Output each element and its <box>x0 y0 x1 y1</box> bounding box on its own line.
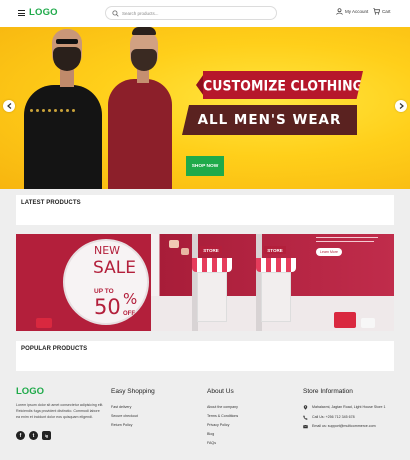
gift-box-illustration <box>361 318 375 328</box>
store-sign: STORE <box>200 246 222 254</box>
chevron-left-icon <box>6 103 11 109</box>
popular-products-title: POPULAR PRODUCTS <box>21 346 88 352</box>
carousel-prev-button[interactable] <box>3 100 15 112</box>
hero-subheadline: ALL MEN'S WEAR <box>197 112 342 128</box>
promo-sale-text: SALE <box>93 258 136 278</box>
carousel-next-button[interactable] <box>395 100 407 112</box>
hamburger-menu-icon[interactable] <box>18 10 25 17</box>
promo-learn-more-button[interactable]: Learn More <box>316 248 342 256</box>
footer-link-about-company[interactable]: About the company <box>207 403 238 412</box>
my-account-link[interactable]: My Account <box>336 8 368 15</box>
facebook-icon[interactable]: f <box>16 431 25 440</box>
store-phone-text: Call Us: +256 712 345 678 <box>312 414 355 419</box>
user-icon <box>336 8 343 15</box>
footer-easy-shopping: Easy Shopping Fast delivery Secure check… <box>111 388 155 430</box>
hero-headline-ribbon: CUSTOMIZE CLOTHING <box>203 71 363 99</box>
my-account-label: My Account <box>345 9 369 14</box>
search-input[interactable] <box>122 8 272 19</box>
footer-store-information: Store Information Mahalaxmi, Jagtan Road… <box>303 388 386 432</box>
footer-link-blog[interactable]: Blog <box>207 430 238 439</box>
promo-upto-text: UP TO <box>94 288 114 295</box>
store-booth <box>261 272 291 322</box>
store-stand-illustration: STORE <box>256 234 296 331</box>
instagram-icon[interactable]: ig <box>42 431 51 440</box>
page: LOGO My Account Cart <box>0 0 410 460</box>
footer-logo[interactable]: LOGO <box>16 386 44 397</box>
promo-copy-line <box>316 237 378 239</box>
latest-products-section: LATEST PRODUCTS <box>16 195 394 225</box>
store-address: Mahalaxmi, Jagtan Road, Light House Stor… <box>303 403 386 413</box>
footer-link-secure-checkout[interactable]: Secure checkout <box>111 412 155 421</box>
model-sunglasses <box>56 39 78 44</box>
hero-subheadline-ribbon: ALL MEN'S WEAR <box>182 105 357 135</box>
twitter-icon[interactable]: t <box>29 431 38 440</box>
store-email[interactable]: Email us: support@multicommerce.com <box>303 422 386 432</box>
promo-copy-line <box>316 241 374 243</box>
model-hair <box>132 27 156 35</box>
footer-link-return-policy[interactable]: Return Policy <box>111 421 155 430</box>
easy-shopping-title: Easy Shopping <box>111 388 155 395</box>
cart-label: Cart <box>382 9 391 14</box>
search-bar <box>105 6 277 20</box>
model-beard <box>131 49 157 71</box>
store-sign: STORE <box>264 246 286 254</box>
footer-description: Lorem ipsum dolor sit amet consectetur a… <box>16 403 104 419</box>
popular-products-section: POPULAR PRODUCTS <box>16 341 394 371</box>
top-navbar: LOGO My Account Cart <box>0 0 410 27</box>
promo-percent-value: 50 <box>94 295 121 319</box>
hero-carousel: CUSTOMIZE CLOTHING ALL MEN'S WEAR SHOP N… <box>0 27 410 189</box>
store-awning <box>192 258 232 272</box>
promo-percent-sign: % <box>123 290 138 308</box>
promo-new-text: NEW <box>94 244 121 257</box>
phone-icon <box>303 415 308 420</box>
social-links: f t ig <box>16 431 55 440</box>
model-neck <box>137 69 149 83</box>
gift-box-illustration <box>334 312 356 328</box>
logo[interactable]: LOGO <box>29 7 58 18</box>
envelope-icon <box>303 425 308 429</box>
footer-link-terms[interactable]: Terms & Conditions <box>207 412 238 421</box>
gift-box-illustration <box>36 318 52 328</box>
footer-link-faqs[interactable]: FAQs <box>207 439 238 448</box>
store-awning <box>256 258 296 272</box>
promo-off-text: OFF <box>123 311 135 317</box>
store-booth <box>197 272 227 322</box>
model-beard <box>53 47 81 71</box>
hero-headline: CUSTOMIZE CLOTHING <box>203 76 364 94</box>
store-phone[interactable]: Call Us: +256 712 345 678 <box>303 413 386 423</box>
chevron-right-icon <box>399 103 404 109</box>
shop-now-button[interactable]: SHOP NOW <box>186 156 224 176</box>
footer-link-privacy[interactable]: Privacy Policy <box>207 421 238 430</box>
location-pin-icon <box>303 405 308 410</box>
cart-link[interactable]: Cart <box>373 8 391 15</box>
footer: LOGO Lorem ipsum dolor sit amet consecte… <box>0 379 410 460</box>
sale-promo-banner[interactable]: NEW SALE UP TO 50 % OFF STORE STORE Lear… <box>16 234 394 331</box>
about-us-title: About Us <box>207 388 234 395</box>
store-stand-illustration: STORE <box>192 234 232 331</box>
gift-box-illustration <box>169 240 179 248</box>
store-information-title: Store Information <box>303 388 353 395</box>
model-image-red-sweater <box>108 79 172 189</box>
store-email-text: Email us: support@multicommerce.com <box>312 424 376 428</box>
cart-icon <box>373 8 380 15</box>
footer-link-fast-delivery[interactable]: Fast delivery <box>111 403 155 412</box>
sweater-studs <box>30 99 90 112</box>
store-address-text: Mahalaxmi, Jagtan Road, Light House Stor… <box>312 405 386 409</box>
gift-box-illustration <box>181 248 189 255</box>
search-icon[interactable] <box>112 9 119 17</box>
model-neck <box>60 69 74 87</box>
footer-about-us: About Us About the company Terms & Condi… <box>207 388 238 448</box>
latest-products-title: LATEST PRODUCTS <box>21 200 81 206</box>
